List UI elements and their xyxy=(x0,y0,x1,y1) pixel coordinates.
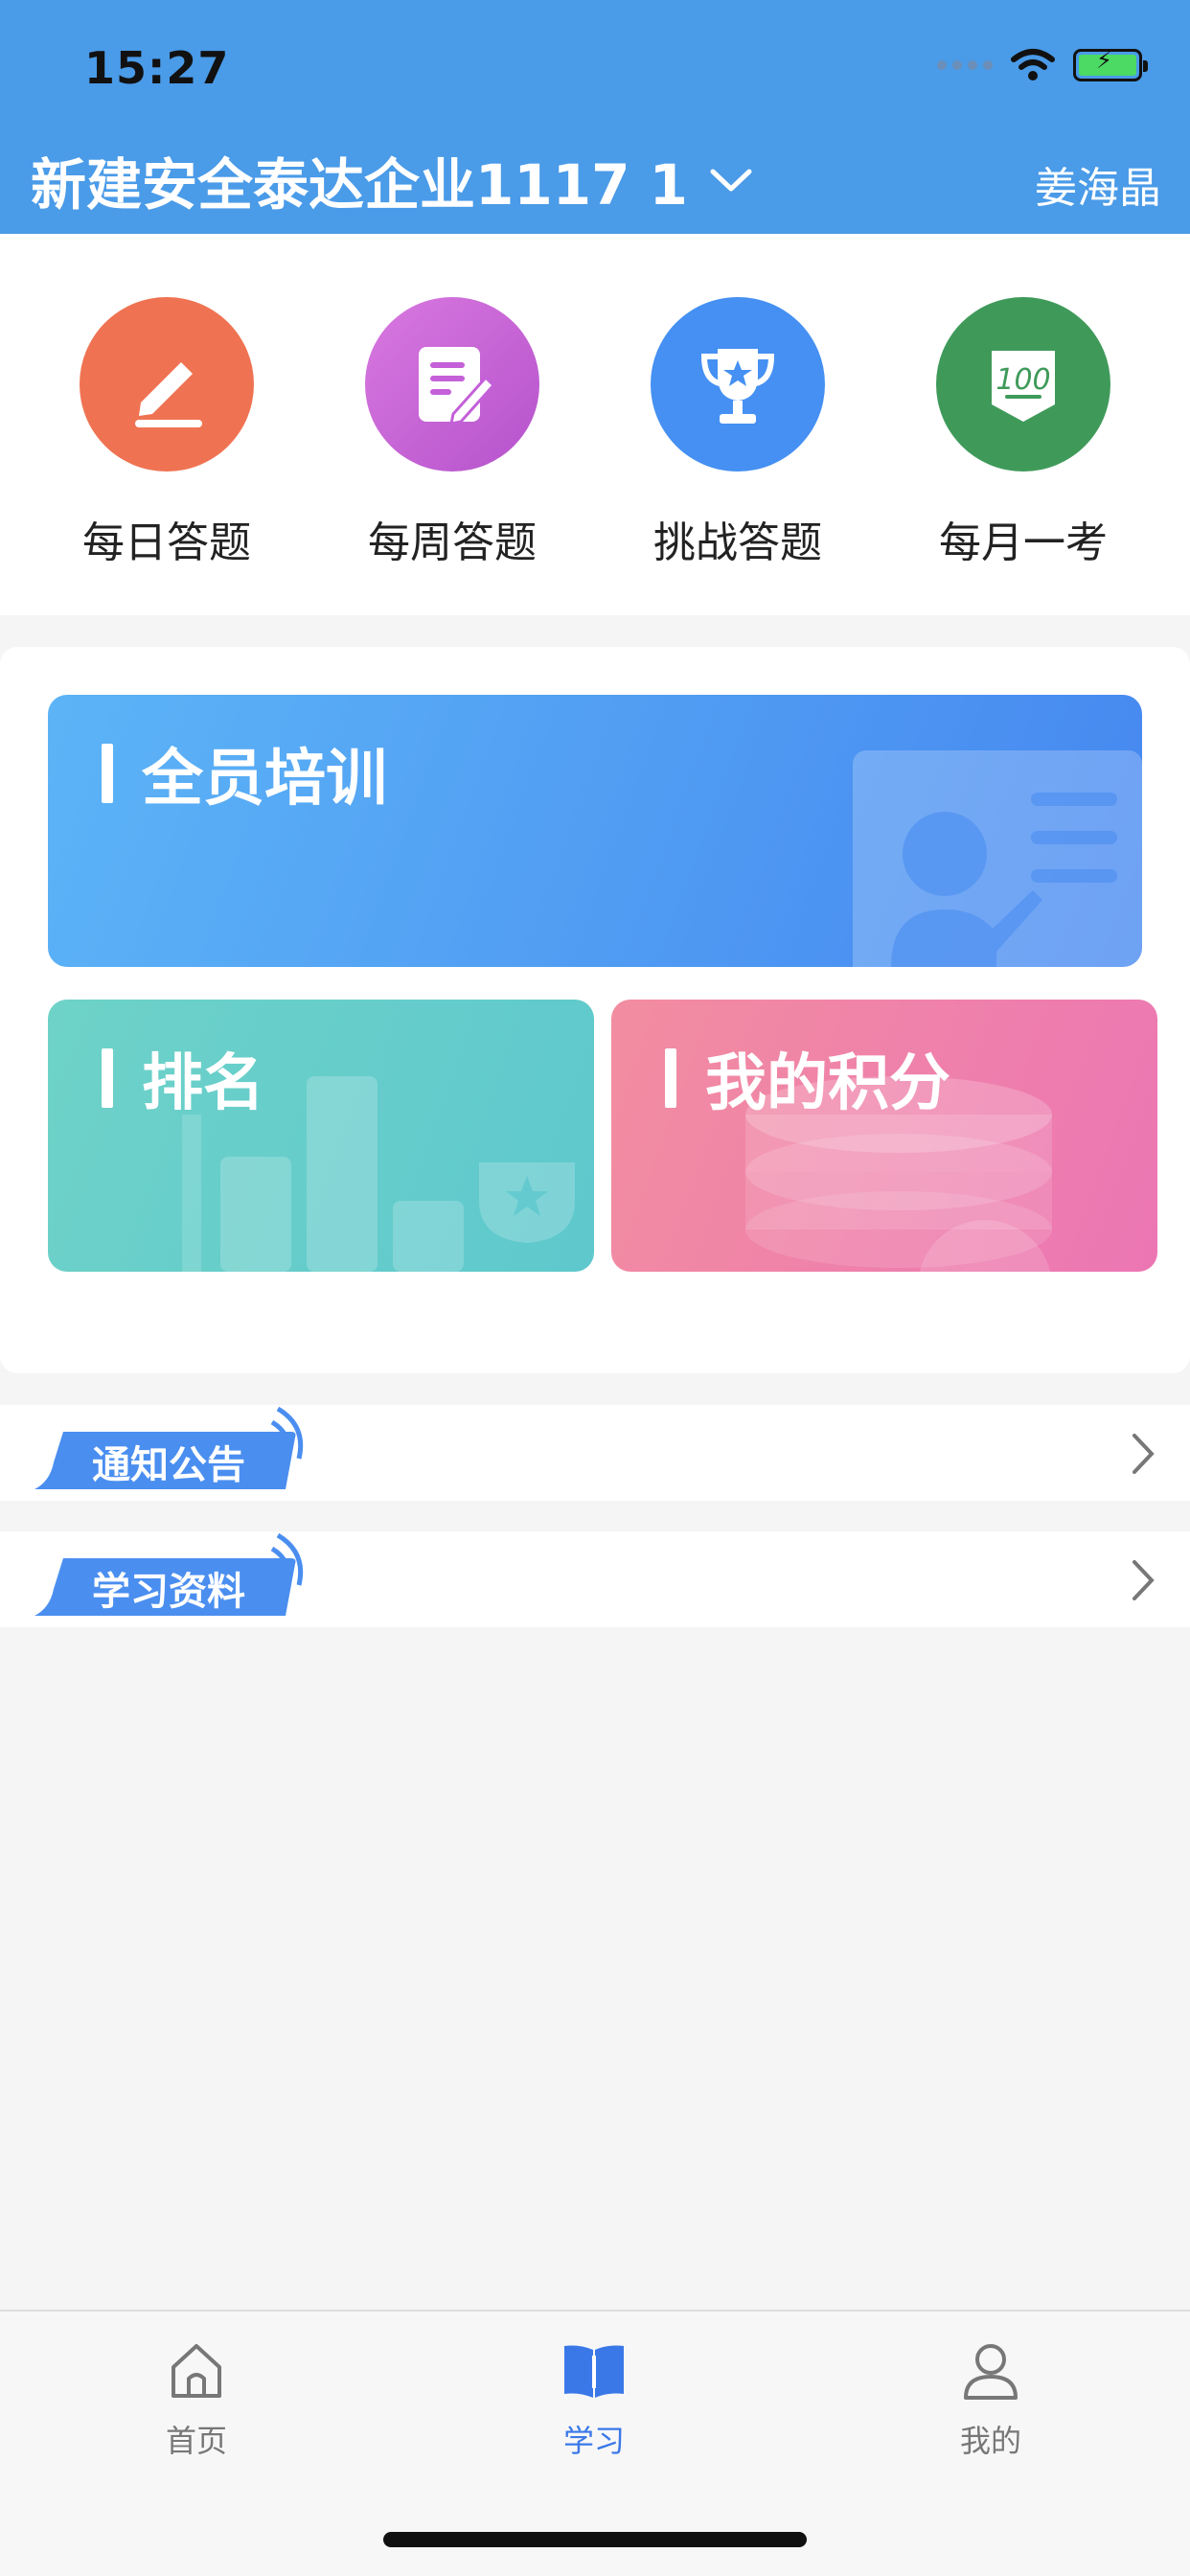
tab-home[interactable]: 首页 xyxy=(101,2340,292,2461)
points-card[interactable]: 我的积分 xyxy=(611,1000,1157,1272)
home-icon xyxy=(172,2344,221,2398)
pencil-icon xyxy=(80,297,254,472)
learning-materials-label: 学习资料 xyxy=(92,1570,245,1614)
score-100-icon: 100 xyxy=(936,297,1110,472)
chevron-down-icon xyxy=(710,169,752,192)
ranking-card[interactable]: 排名 xyxy=(48,1000,594,1272)
chevron-right-icon xyxy=(1133,1434,1155,1474)
svg-text:100: 100 xyxy=(995,363,1050,397)
quick-actions: 每日答题 每周答题 挑战答题 100 每月一考 xyxy=(0,234,1190,615)
status-icons xyxy=(937,47,1148,82)
feature-cards: 全员培训 排名 我的积分 xyxy=(0,647,1190,1373)
tab-study[interactable]: 学习 xyxy=(498,2340,690,2461)
daily-quiz-button[interactable]: 每日答题 xyxy=(61,297,272,569)
notice-row[interactable]: 通知公告 xyxy=(0,1405,1190,1501)
points-card-title: 我的积分 xyxy=(705,1048,950,1119)
monthly-exam-button[interactable]: 100 每月一考 xyxy=(918,297,1129,569)
presentation-icon xyxy=(853,750,1142,967)
challenge-quiz-button[interactable]: 挑战答题 xyxy=(632,297,843,569)
battery-icon xyxy=(1073,47,1148,81)
learning-materials-row[interactable]: 学习资料 xyxy=(0,1531,1190,1627)
learning-materials-badge: 学习资料 xyxy=(34,1532,304,1616)
company-name: 新建安全泰达企业1117 1 xyxy=(31,152,688,218)
notice-label: 通知公告 xyxy=(92,1443,245,1487)
book-icon xyxy=(564,2345,624,2398)
training-card-title: 全员培训 xyxy=(142,744,387,815)
app-header: 15:27 新建安全泰达企业1117 1 姜海晶 xyxy=(0,0,1190,234)
company-selector[interactable]: 新建安全泰达企业1117 1 xyxy=(31,140,753,220)
status-time: 15:27 xyxy=(84,42,230,94)
user-name[interactable]: 姜海晶 xyxy=(1035,153,1161,215)
home-indicator[interactable] xyxy=(383,2532,807,2547)
wifi-icon xyxy=(1011,49,1055,80)
trophy-icon xyxy=(651,297,825,472)
tab-mine[interactable]: 我的 xyxy=(895,2340,1087,2461)
training-card[interactable]: 全员培训 xyxy=(48,695,1142,967)
notice-badge: 通知公告 xyxy=(34,1406,304,1489)
weekly-quiz-button[interactable]: 每周答题 xyxy=(347,297,558,569)
cellular-signal-icon xyxy=(937,60,993,70)
chevron-right-icon xyxy=(1133,1560,1155,1600)
profile-icon xyxy=(964,2344,1018,2400)
document-edit-icon xyxy=(365,297,539,472)
ranking-card-title: 排名 xyxy=(142,1048,264,1119)
